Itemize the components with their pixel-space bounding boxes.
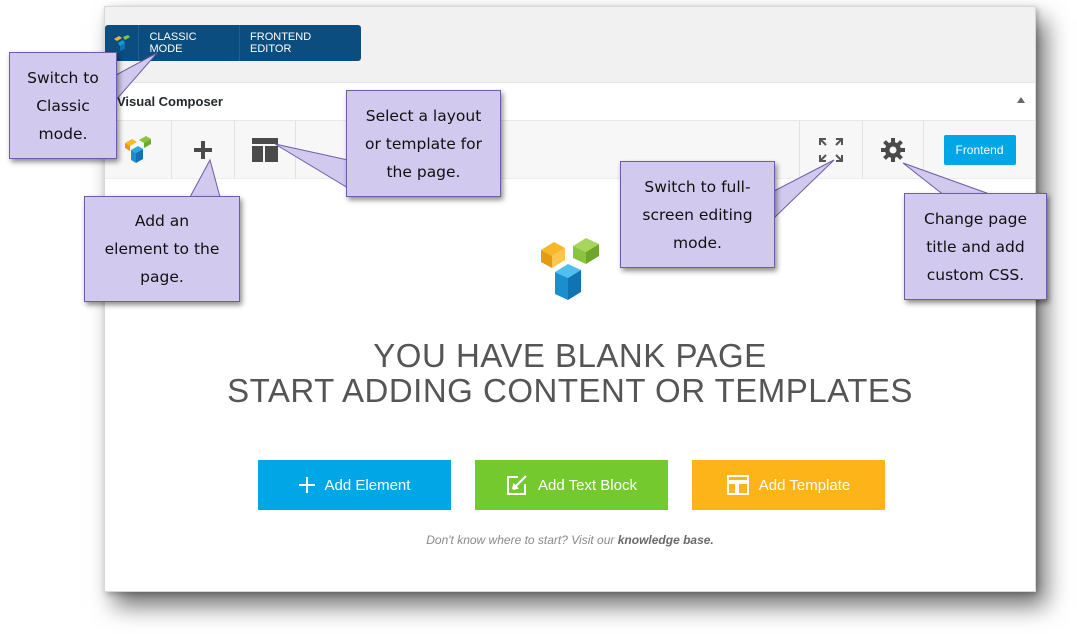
callout-layout-template: Select a layout or template for the page… — [346, 90, 501, 197]
callout-settings: Change page title and add custom CSS. — [904, 193, 1047, 300]
callout-fullscreen: Switch to full- screen editing mode. — [620, 161, 775, 268]
callout-add-element: Add an element to the page. — [84, 196, 240, 302]
callout-classic-mode: Switch to Classic mode. — [9, 52, 117, 159]
callout-pointers — [115, 52, 996, 222]
